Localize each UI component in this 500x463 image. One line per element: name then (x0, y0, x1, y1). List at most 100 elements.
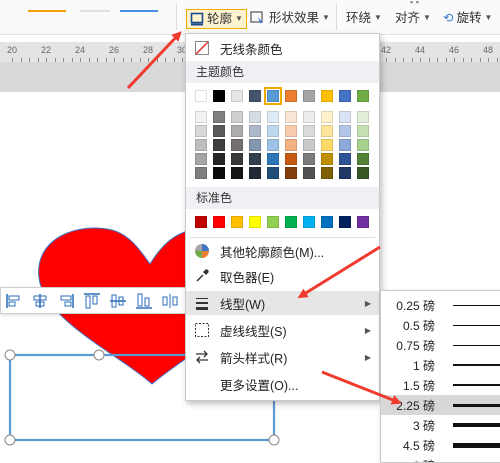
standard-color-swatch[interactable] (285, 216, 297, 228)
ribbon-deco-orange (28, 10, 66, 12)
rotate-button[interactable]: ⟲ 旋转 ▼ (443, 9, 492, 27)
chevron-right-icon: ▶ (365, 353, 371, 362)
line-weight-item[interactable]: 2.25 磅 (381, 395, 500, 415)
line-weight-preview (453, 423, 500, 427)
align-left-icon[interactable] (4, 292, 24, 310)
align-top-icon[interactable] (82, 292, 102, 310)
line-weight-label: 2.25 磅 (381, 397, 441, 414)
line-type-label: 线型(W) (220, 294, 265, 313)
line-weight-item[interactable]: 1.5 磅 (381, 375, 500, 395)
chevron-right-icon: ▶ (365, 326, 371, 335)
align-center-icon[interactable] (30, 292, 50, 310)
distribute-horizontal-icon[interactable] (160, 292, 180, 310)
line-weight-item[interactable]: 0.25 磅 (381, 295, 500, 315)
line-weight-icon (194, 295, 210, 311)
line-weight-label: 0.5 磅 (381, 317, 441, 334)
color-wheel-icon (194, 243, 210, 259)
dash-type-icon (194, 322, 210, 338)
shape-effect-button[interactable]: 形状效果 ▼ (250, 9, 330, 27)
line-weight-label: 6 磅 (381, 457, 441, 463)
resize-handle (269, 435, 279, 445)
align-label: 对齐 (395, 9, 420, 27)
ribbon-deco-blue (120, 10, 158, 12)
align-bottom-icon[interactable] (134, 292, 154, 310)
line-weight-preview (453, 305, 500, 306)
line-weight-item[interactable]: 0.75 磅 (381, 335, 500, 355)
standard-color-row (186, 34, 379, 234)
shape-effect-icon (250, 11, 266, 25)
outline-label: 轮廓 (207, 10, 232, 28)
resize-handle (5, 435, 15, 445)
outline-icon (190, 12, 204, 26)
line-weight-preview (453, 325, 500, 326)
ruler-number: 44 (415, 45, 425, 55)
chevron-down-icon: ▼ (485, 9, 493, 27)
outline-button[interactable]: 轮廓 ▼ (186, 9, 247, 29)
align-middle-icon[interactable] (108, 292, 128, 310)
standard-color-swatch[interactable] (249, 216, 261, 228)
ruler-number: 26 (109, 45, 119, 55)
line-weight-label: 1.5 磅 (381, 377, 441, 394)
standard-color-swatch[interactable] (357, 216, 369, 228)
other-outline-color-item[interactable]: 其他轮廓颜色(M)... (186, 239, 379, 263)
standard-color-swatch[interactable] (321, 216, 333, 228)
chevron-down-icon: ▼ (423, 9, 431, 27)
line-weight-item[interactable]: 0.5 磅 (381, 315, 500, 335)
ruler-number: 24 (75, 45, 85, 55)
ruler-number: 22 (41, 45, 51, 55)
standard-color-swatch[interactable] (213, 216, 225, 228)
more-settings-item[interactable]: 更多设置(O)... (186, 372, 379, 396)
line-weight-preview (453, 364, 500, 366)
outline-dropdown-menu: 无线条颜色 主题颜色 标准色 其他轮廓颜色(M)... 取色器(E) 线型(W)… (185, 33, 380, 401)
ribbon-separator (336, 4, 337, 30)
line-weight-label: 3 磅 (381, 417, 441, 434)
line-weight-item[interactable]: 1 磅 (381, 355, 500, 375)
line-weight-label: 4.5 磅 (381, 437, 441, 454)
align-right-icon[interactable] (56, 292, 76, 310)
standard-color-swatch[interactable] (303, 216, 315, 228)
chevron-down-icon: ▼ (322, 9, 330, 27)
line-weight-submenu: 0.25 磅 0.5 磅 0.75 磅 1 磅 1.5 磅 2.25 磅 3 磅 4.5 磅 6… (380, 290, 500, 463)
standard-color-swatch[interactable] (231, 216, 243, 228)
ribbon-separator (176, 4, 177, 30)
rotate-label: 旋转 (456, 9, 481, 27)
line-weight-label: 0.25 磅 (381, 297, 441, 314)
standard-color-swatch[interactable] (267, 216, 279, 228)
alignment-toolbar (0, 287, 191, 314)
line-weight-item[interactable]: 6 磅 (381, 455, 500, 463)
ribbon-deco-grey (80, 10, 110, 12)
arrow-style-label: 箭头样式(R) (220, 348, 287, 367)
chevron-down-icon: ▼ (374, 9, 382, 27)
line-weight-preview (453, 443, 500, 448)
line-weight-preview (453, 345, 500, 346)
menu-divider (190, 237, 375, 238)
line-weight-preview (453, 384, 500, 386)
ruler-number: 42 (381, 45, 391, 55)
eyedropper-label: 取色器(E) (220, 267, 274, 286)
wrap-button[interactable]: 环绕 ▼ (346, 9, 382, 27)
line-weight-item[interactable]: 3 磅 (381, 415, 500, 435)
line-weight-item[interactable]: 4.5 磅 (381, 435, 500, 455)
ruler-number: 46 (449, 45, 459, 55)
align-button[interactable]: 对齐 ▼ (395, 9, 431, 27)
line-weight-label: 0.75 磅 (381, 337, 441, 354)
rotate-icon: ⟲ (443, 9, 453, 27)
chevron-down-icon: ▼ (235, 10, 243, 28)
more-settings-label: 更多设置(O)... (220, 375, 298, 394)
standard-color-swatch[interactable] (339, 216, 351, 228)
dash-type-label: 虚线线型(S) (220, 321, 287, 340)
arrow-style-item[interactable]: 箭头样式(R) ▶ (186, 345, 379, 369)
ribbon-toolbar: 轮廓 ▼ 形状效果 ▼ 环绕 ▼ 对齐 ▼ ⟲ 旋转 ▼ ▪ ▪ (0, 0, 500, 35)
line-weight-label: 1 磅 (381, 357, 441, 374)
line-weight-preview (453, 404, 500, 407)
standard-color-swatch[interactable] (195, 216, 207, 228)
resize-handle (5, 350, 15, 360)
eyedropper-item[interactable]: 取色器(E) (186, 264, 379, 288)
shape-effect-label: 形状效果 (269, 9, 319, 27)
ruler-number: 28 (143, 45, 153, 55)
chevron-right-icon: ▶ (365, 299, 371, 308)
eyedropper-icon (194, 268, 210, 284)
other-outline-color-label: 其他轮廓颜色(M)... (220, 242, 324, 261)
line-type-item[interactable]: 线型(W) ▶ (186, 291, 379, 315)
dash-type-item[interactable]: 虚线线型(S) ▶ (186, 318, 379, 342)
